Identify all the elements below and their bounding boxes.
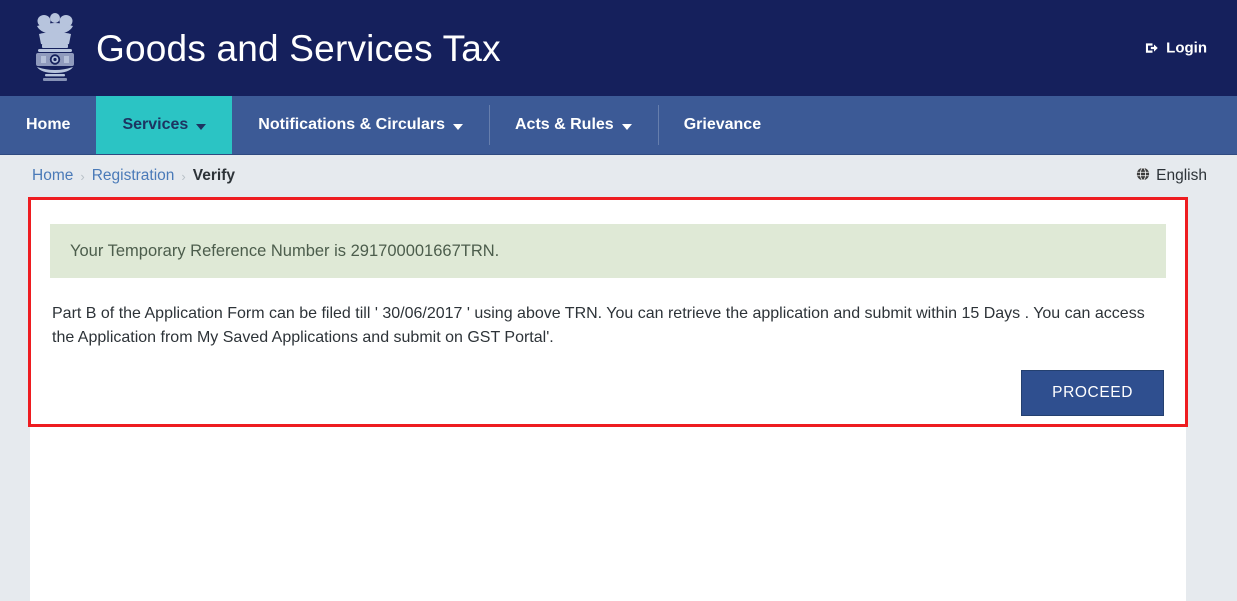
- nav-item-services-label: Services: [122, 116, 189, 133]
- trn-success-alert: Your Temporary Reference Number is 29170…: [50, 224, 1166, 278]
- instruction-text: Part B of the Application Form can be fi…: [52, 305, 1145, 346]
- chevron-down-icon: [196, 123, 207, 130]
- trn-alert-text: Your Temporary Reference Number is 29170…: [70, 241, 500, 260]
- nav-item-grievance[interactable]: Grievance: [657, 96, 787, 154]
- breadcrumb-bar: Home › Registration › Verify English: [0, 155, 1237, 197]
- breadcrumb-separator: ›: [181, 168, 186, 184]
- breadcrumb-item-home[interactable]: Home: [32, 167, 73, 185]
- nav-item-grievance-label: Grievance: [683, 116, 762, 133]
- breadcrumb-item-registration[interactable]: Registration: [92, 167, 175, 185]
- breadcrumb-separator: ›: [80, 168, 85, 184]
- breadcrumb-item-verify: Verify: [192, 167, 235, 184]
- site-header: Goods and Services Tax Login: [0, 0, 1237, 96]
- nav-item-services[interactable]: Services: [96, 96, 233, 154]
- content-panel: Your Temporary Reference Number is 29170…: [30, 197, 1186, 601]
- login-button[interactable]: Login: [1145, 40, 1207, 57]
- nav-item-acts-rules[interactable]: Acts & Rules: [489, 96, 658, 154]
- nav-item-acts-rules-label: Acts & Rules: [515, 116, 614, 133]
- globe-icon: [1136, 166, 1150, 186]
- language-label: English: [1156, 167, 1207, 184]
- login-label: Login: [1166, 39, 1207, 57]
- nav-item-notifications-circulars[interactable]: Notifications & Circulars: [232, 96, 489, 154]
- page-title: Goods and Services Tax: [96, 27, 501, 69]
- language-selector[interactable]: English: [1136, 166, 1207, 186]
- nav-item-home[interactable]: Home: [0, 96, 96, 154]
- chevron-down-icon: [453, 123, 463, 130]
- main-navigation: Home Services Notifications & Circulars …: [0, 96, 1237, 155]
- nav-item-notifications-circulars-label: Notifications & Circulars: [258, 116, 445, 133]
- chevron-down-icon: [621, 123, 632, 130]
- india-national-emblem-icon: [26, 6, 84, 90]
- sign-in-icon: [1145, 41, 1160, 56]
- nav-item-home-label: Home: [26, 116, 71, 133]
- proceed-button[interactable]: PROCEED: [1021, 370, 1164, 416]
- breadcrumb: Home › Registration › Verify: [32, 167, 235, 185]
- action-row: PROCEED: [50, 370, 1166, 416]
